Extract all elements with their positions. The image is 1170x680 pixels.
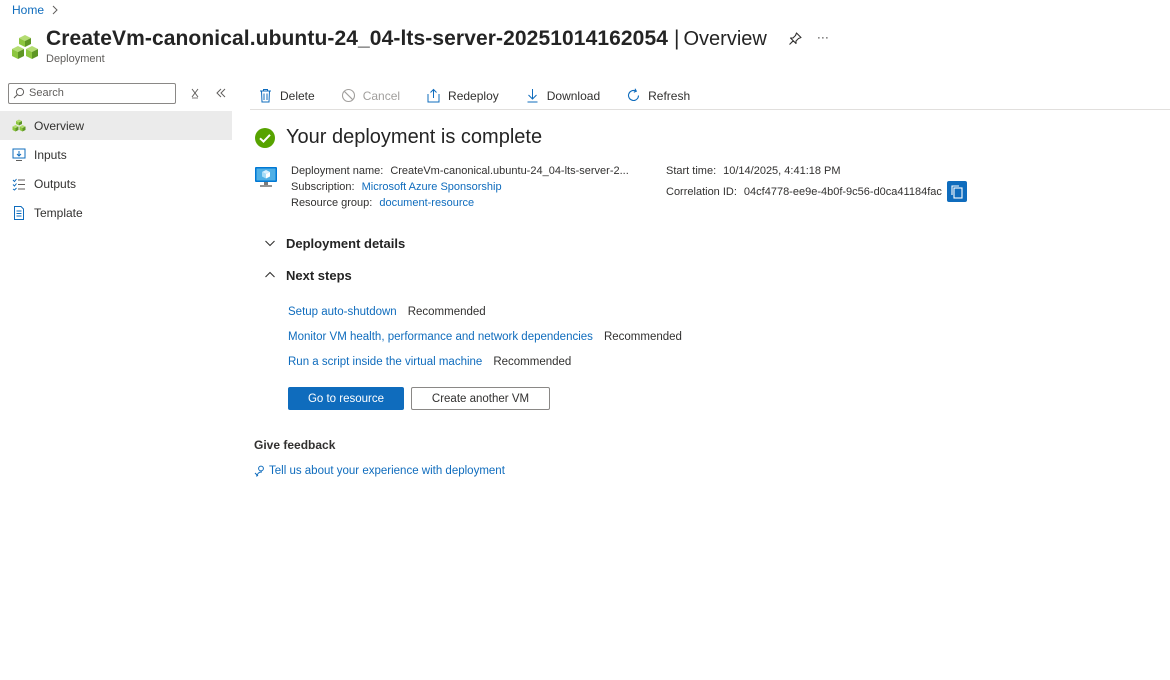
- next-steps-heading: Next steps: [286, 267, 352, 283]
- left-navigation: Overview Inputs Outputs Template: [0, 82, 232, 227]
- copy-icon: [951, 184, 963, 199]
- next-steps-list: Setup auto-shutdown Recommended Monitor …: [288, 299, 1154, 374]
- list-item: Monitor VM health, performance and netwo…: [288, 324, 1154, 349]
- recommended-tag: Recommended: [493, 355, 572, 368]
- pin-icon[interactable]: [787, 31, 803, 47]
- nav-item-label: Outputs: [34, 176, 77, 191]
- deployment-name-value: CreateVm-canonical.ubuntu-24_04-lts-serv…: [390, 165, 629, 177]
- more-options-button[interactable]: ···: [817, 31, 829, 47]
- subscription-label: Subscription:: [291, 181, 355, 193]
- nav-item-label: Overview: [34, 118, 85, 133]
- nav-item-label: Template: [34, 205, 83, 220]
- download-icon: [525, 88, 540, 103]
- monitor-vm-health-link[interactable]: Monitor VM health, performance and netwo…: [288, 331, 593, 343]
- delete-button[interactable]: Delete: [258, 88, 315, 103]
- resource-group-label: Resource group:: [291, 197, 373, 209]
- recommended-tag: Recommended: [407, 305, 486, 318]
- recommended-tag: Recommended: [603, 330, 682, 343]
- deployment-details-heading: Deployment details: [286, 235, 406, 251]
- template-doc-icon: [12, 205, 26, 220]
- download-label: Download: [546, 88, 601, 103]
- create-another-vm-button[interactable]: Create another VM: [411, 387, 550, 410]
- list-item: Setup auto-shutdown Recommended: [288, 299, 1154, 324]
- start-time-value: 10/14/2025, 4:41:18 PM: [723, 165, 841, 177]
- cancel-circle-icon: [341, 88, 356, 103]
- cancel-label: Cancel: [362, 88, 401, 103]
- setup-auto-shutdown-link[interactable]: Setup auto-shutdown: [288, 306, 397, 318]
- refresh-label: Refresh: [648, 88, 691, 103]
- success-check-icon: [254, 127, 276, 149]
- chevron-up-icon: [264, 269, 276, 281]
- cancel-button[interactable]: Cancel: [341, 88, 400, 103]
- command-bar: Delete Cancel Redeploy Download Refresh: [250, 82, 1170, 110]
- outputs-list-icon: [12, 177, 26, 191]
- go-to-resource-button[interactable]: Go to resource: [288, 387, 404, 410]
- deployment-cubes-icon: [12, 119, 26, 133]
- list-item: Run a script inside the virtual machine …: [288, 349, 1154, 374]
- chevron-right-icon: [50, 5, 60, 15]
- correlation-id-label: Correlation ID:: [666, 185, 737, 198]
- status-title: Your deployment is complete: [286, 126, 543, 148]
- search-icon: [13, 87, 25, 99]
- clear-filter-icon[interactable]: [188, 86, 202, 100]
- feedback-link-text[interactable]: Tell us about your experience with deplo…: [269, 465, 505, 477]
- feedback-link[interactable]: Tell us about your experience with deplo…: [254, 465, 1154, 477]
- copy-to-clipboard-button[interactable]: [946, 181, 967, 202]
- title-separator: |: [674, 27, 680, 50]
- trash-icon: [258, 88, 273, 103]
- resource-group-link[interactable]: document-resource: [379, 195, 474, 211]
- page-section-title: Overview: [683, 27, 767, 50]
- nav-item-template[interactable]: Template: [0, 198, 232, 227]
- chevron-down-icon: [264, 237, 276, 249]
- subscription-link[interactable]: Microsoft Azure Sponsorship: [362, 179, 502, 195]
- next-steps-toggle[interactable]: Next steps: [254, 259, 1154, 291]
- breadcrumb-home-link[interactable]: Home: [12, 3, 44, 17]
- inputs-icon: [12, 148, 26, 162]
- feedback-person-icon: [254, 465, 266, 477]
- breadcrumb: Home: [12, 3, 60, 17]
- delete-label: Delete: [280, 88, 315, 103]
- deployment-overview: Your deployment is complete Deployment n…: [254, 126, 1154, 477]
- collapse-menu-icon[interactable]: [214, 86, 228, 100]
- page-header: CreateVm-canonical.ubuntu-24_04-lts-serv…: [11, 27, 829, 65]
- virtual-machine-icon: [254, 165, 278, 189]
- nav-item-overview[interactable]: Overview: [0, 111, 232, 140]
- start-time-label: Start time:: [666, 165, 717, 177]
- give-feedback-heading: Give feedback: [254, 438, 336, 452]
- page-subtitle: Deployment: [46, 53, 105, 65]
- nav-item-outputs[interactable]: Outputs: [0, 169, 232, 198]
- deployment-details-toggle[interactable]: Deployment details: [254, 227, 1154, 259]
- download-button[interactable]: Download: [525, 88, 600, 103]
- nav-item-inputs[interactable]: Inputs: [0, 140, 232, 169]
- nav-item-label: Inputs: [34, 147, 67, 162]
- refresh-button[interactable]: Refresh: [626, 88, 690, 103]
- correlation-id-value: 04cf4778-ee9e-4b0f-9c56-d0ca41184fac: [743, 185, 942, 198]
- refresh-icon: [626, 88, 641, 103]
- search-box[interactable]: [8, 82, 176, 104]
- search-input[interactable]: [29, 87, 169, 99]
- run-script-link[interactable]: Run a script inside the virtual machine: [288, 356, 482, 368]
- redeploy-button[interactable]: Redeploy: [426, 88, 499, 103]
- redeploy-label: Redeploy: [448, 88, 499, 103]
- deployment-name-label: Deployment name:: [291, 165, 384, 177]
- upload-box-icon: [426, 88, 441, 103]
- deployment-cubes-icon: [11, 34, 39, 62]
- page-title: CreateVm-canonical.ubuntu-24_04-lts-serv…: [46, 27, 669, 50]
